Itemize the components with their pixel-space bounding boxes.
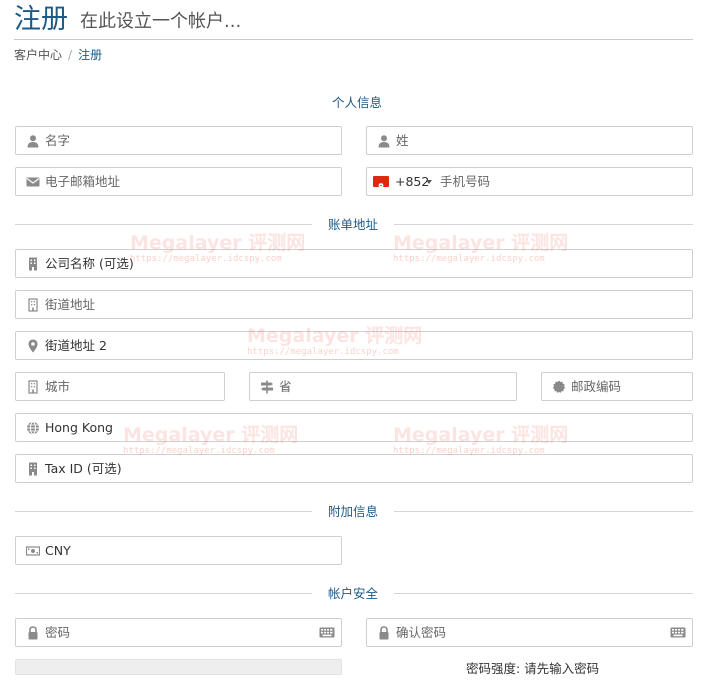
password-placeholder: 密码 (45, 625, 71, 640)
hong-kong-flag-icon[interactable] (373, 176, 389, 188)
money-bill-icon (26, 546, 40, 556)
phone-country-code[interactable]: +852 (395, 174, 429, 190)
state-placeholder: 省 (279, 379, 292, 394)
signpost-icon (261, 380, 273, 394)
keyboard-icon[interactable] (319, 627, 335, 638)
email-placeholder: 电子邮箱地址 (45, 174, 121, 189)
currency-select[interactable]: CNY (15, 536, 342, 565)
last-name-field[interactable]: 姓 (366, 126, 693, 155)
section-heading-additional: 附加信息 (327, 504, 378, 519)
last-name-placeholder: 姓 (396, 133, 409, 148)
section-heading-personal: 个人信息 (331, 95, 382, 110)
tax-id-placeholder: Tax ID (可选) (45, 461, 122, 476)
page-header: 注册 在此设立一个帐户... (14, 2, 693, 40)
globe-icon (27, 421, 39, 435)
section-divider (394, 511, 693, 512)
envelope-icon (26, 177, 40, 187)
postcode-field[interactable]: 邮政编码 (541, 372, 693, 401)
street-address-2-placeholder: 街道地址 2 (45, 338, 107, 353)
country-value: Hong Kong (45, 420, 113, 435)
bauhinia-icon (378, 183, 384, 188)
company-field[interactable]: 公司名称 (可选) (15, 249, 693, 278)
lock-icon (379, 626, 389, 640)
breadcrumb-home-link[interactable]: 客户中心 (14, 48, 62, 62)
building-icon (29, 462, 37, 476)
confirm-password-placeholder: 确认密码 (396, 625, 447, 640)
section-divider (15, 224, 312, 225)
user-icon (378, 135, 390, 148)
building-outline-icon (28, 380, 38, 394)
password-field[interactable]: 密码 (15, 618, 342, 647)
password-strength-label: 密码强度: 请先输入密码 (466, 661, 600, 676)
user-icon (27, 135, 39, 148)
street-address-2-field[interactable]: 街道地址 2 (15, 331, 693, 360)
first-name-field[interactable]: 名字 (15, 126, 342, 155)
breadcrumb-separator: / (68, 48, 73, 62)
tax-id-field[interactable]: Tax ID (可选) (15, 454, 693, 483)
certificate-icon (552, 380, 566, 393)
section-divider (15, 593, 312, 594)
confirm-password-field[interactable]: 确认密码 (366, 618, 693, 647)
breadcrumb-current: 注册 (78, 48, 103, 62)
phone-placeholder: 手机号码 (440, 174, 491, 189)
lock-icon (28, 626, 38, 640)
currency-value: CNY (45, 543, 71, 558)
map-marker-icon (28, 339, 38, 353)
state-field[interactable]: 省 (249, 372, 517, 401)
phone-field[interactable]: +852 手机号码 (366, 167, 693, 196)
first-name-placeholder: 名字 (45, 133, 71, 148)
section-heading-security: 帐户安全 (327, 586, 378, 601)
page-subtitle: 在此设立一个帐户... (80, 11, 242, 32)
breadcrumb: 客户中心 / 注册 (14, 47, 102, 63)
password-strength-bar (15, 659, 342, 675)
caret-down-icon[interactable] (426, 180, 432, 184)
section-divider (394, 593, 693, 594)
building-outline-icon (28, 298, 38, 312)
country-select[interactable]: Hong Kong (15, 413, 693, 442)
section-divider (15, 511, 312, 512)
city-field[interactable]: 城市 (15, 372, 225, 401)
street-address-field[interactable]: 街道地址 (15, 290, 693, 319)
postcode-placeholder: 邮政编码 (571, 379, 622, 394)
page-title: 注册 (14, 4, 68, 35)
street-address-placeholder: 街道地址 (45, 297, 96, 312)
building-icon (29, 257, 37, 271)
section-heading-billing: 账单地址 (327, 217, 378, 232)
company-placeholder: 公司名称 (可选) (45, 256, 134, 271)
email-field[interactable]: 电子邮箱地址 (15, 167, 342, 196)
city-placeholder: 城市 (45, 379, 71, 394)
keyboard-icon[interactable] (670, 627, 686, 638)
section-divider (394, 224, 693, 225)
